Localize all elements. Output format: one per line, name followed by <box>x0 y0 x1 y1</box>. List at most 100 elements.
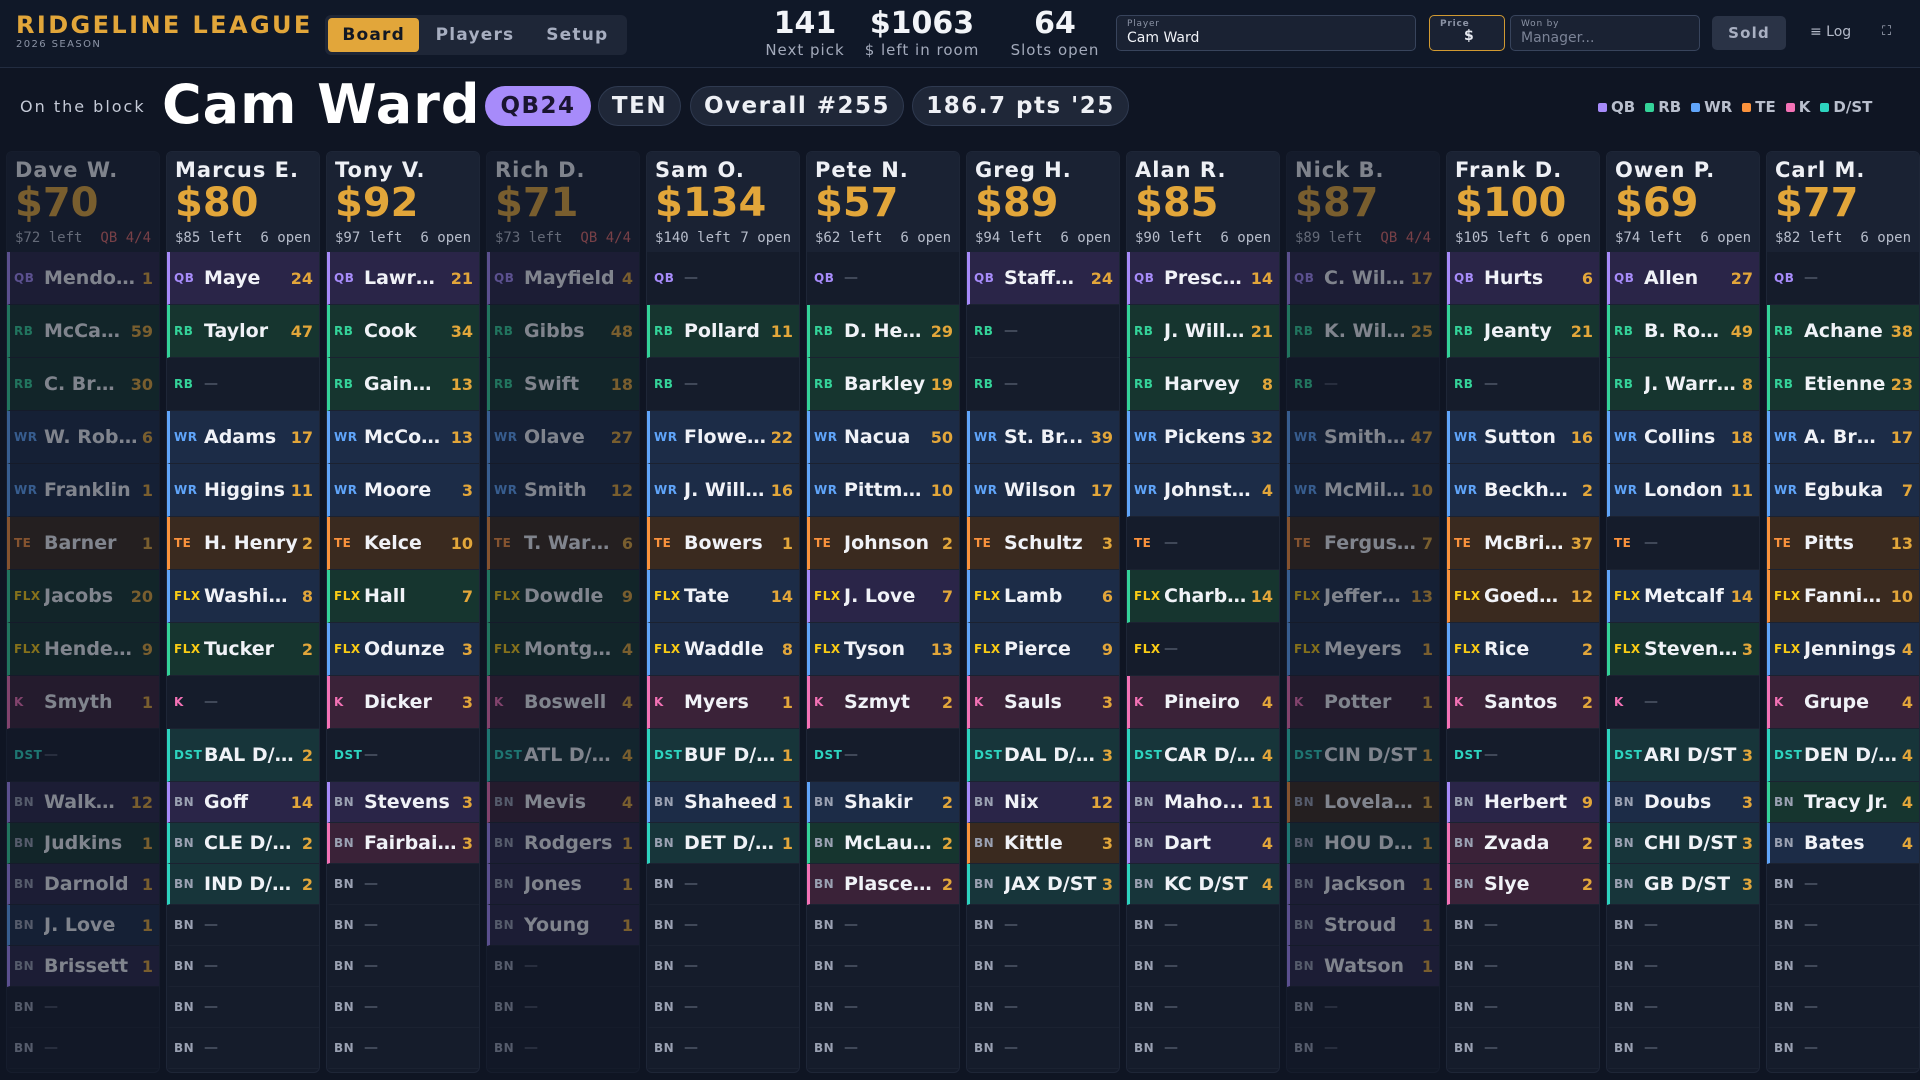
roster-slot[interactable]: TE Schultz 3 <box>967 517 1119 570</box>
roster-slot[interactable]: RB Jeanty 21 <box>1447 305 1599 358</box>
roster-slot[interactable]: FLX Washin... 8 <box>167 570 319 623</box>
roster-slot[interactable]: BN — <box>647 864 799 905</box>
roster-slot[interactable]: BN Shakir 2 <box>807 782 959 823</box>
roster-slot[interactable]: DST ARI D/ST 3 <box>1607 729 1759 782</box>
roster-slot[interactable]: BN — <box>967 946 1119 987</box>
roster-slot[interactable]: BN — <box>1767 864 1919 905</box>
team-header[interactable]: Tony V. $92 $97 left 6 open <box>327 152 479 252</box>
roster-slot[interactable]: TE T. Warren 6 <box>487 517 639 570</box>
roster-slot[interactable]: DST BAL D/ST 2 <box>167 729 319 782</box>
roster-slot[interactable]: BN Bates 4 <box>1767 823 1919 864</box>
roster-slot[interactable]: BN Dart 4 <box>1127 823 1279 864</box>
roster-slot[interactable]: K Szmyt 2 <box>807 676 959 729</box>
roster-slot[interactable]: BN JAX D/ST 3 <box>967 864 1119 905</box>
roster-slot[interactable]: QB — <box>807 252 959 305</box>
roster-slot[interactable]: BN Walke... 12 <box>7 782 159 823</box>
roster-slot[interactable]: RB McCaff...59 <box>7 305 159 358</box>
roster-slot[interactable]: WR Collins 18 <box>1607 411 1759 464</box>
roster-slot[interactable]: BN Stevens 3 <box>327 782 479 823</box>
roster-slot[interactable]: FLX Tucker 2 <box>167 623 319 676</box>
roster-slot[interactable]: BN Kittle 3 <box>967 823 1119 864</box>
roster-slot[interactable]: WR Beckha... 2 <box>1447 464 1599 517</box>
roster-slot[interactable]: FLX Waddle 8 <box>647 623 799 676</box>
roster-slot[interactable]: RB D. Hen...29 <box>807 305 959 358</box>
roster-slot[interactable]: WR Moore 3 <box>327 464 479 517</box>
roster-slot[interactable]: BN Mevis 4 <box>487 782 639 823</box>
roster-slot[interactable]: DST — <box>807 729 959 782</box>
roster-slot[interactable]: BN Goff 14 <box>167 782 319 823</box>
roster-slot[interactable]: FLX Meyers 1 <box>1287 623 1439 676</box>
roster-slot[interactable]: BN — <box>647 905 799 946</box>
team-header[interactable]: Carl M. $77 $82 left 6 open <box>1767 152 1919 252</box>
roster-slot[interactable]: BN — <box>1767 1028 1919 1069</box>
roster-slot[interactable]: DST — <box>327 729 479 782</box>
roster-slot[interactable]: DST CAR D/ST 4 <box>1127 729 1279 782</box>
roster-slot[interactable]: BN — <box>1127 905 1279 946</box>
tab-board[interactable]: Board <box>328 18 420 52</box>
sold-button[interactable]: Sold <box>1712 16 1786 50</box>
roster-slot[interactable]: TE Pitts 13 <box>1767 517 1919 570</box>
roster-slot[interactable]: BN CLE D/ST 2 <box>167 823 319 864</box>
roster-slot[interactable]: BN — <box>327 987 479 1028</box>
roster-slot[interactable]: RB — <box>967 305 1119 358</box>
roster-slot[interactable]: WR Olave 27 <box>487 411 639 464</box>
roster-slot[interactable]: BN — <box>1287 987 1439 1028</box>
roster-slot[interactable]: TE Bowers 1 <box>647 517 799 570</box>
roster-slot[interactable]: FLX J. Love 7 <box>807 570 959 623</box>
roster-slot[interactable]: K Myers 1 <box>647 676 799 729</box>
roster-slot[interactable]: DST DEN D/ST 4 <box>1767 729 1919 782</box>
roster-slot[interactable]: WR Smith 12 <box>487 464 639 517</box>
roster-slot[interactable]: BN — <box>967 905 1119 946</box>
roster-slot[interactable]: BN — <box>1607 946 1759 987</box>
roster-slot[interactable]: BN Nix 12 <box>967 782 1119 823</box>
roster-slot[interactable]: RB — <box>1447 358 1599 411</box>
roster-slot[interactable]: WR A. Bro... 17 <box>1767 411 1919 464</box>
roster-slot[interactable]: BN — <box>1447 905 1599 946</box>
roster-slot[interactable]: BN — <box>1127 1028 1279 1069</box>
roster-slot[interactable]: K Smyth 1 <box>7 676 159 729</box>
roster-slot[interactable]: FLX Charb... 14 <box>1127 570 1279 623</box>
roster-slot[interactable]: RB Cook 34 <box>327 305 479 358</box>
roster-slot[interactable]: BN — <box>487 1028 639 1069</box>
roster-slot[interactable]: BN — <box>1127 987 1279 1028</box>
team-header[interactable]: Greg H. $89 $94 left 6 open <box>967 152 1119 252</box>
team-header[interactable]: Nick B. $87 $89 left QB 4/4 <box>1287 152 1439 252</box>
price-input[interactable] <box>1478 30 1498 46</box>
roster-slot[interactable]: WR Pickens 32 <box>1127 411 1279 464</box>
roster-slot[interactable]: DST — <box>7 729 159 782</box>
roster-slot[interactable]: TE McBride 37 <box>1447 517 1599 570</box>
roster-slot[interactable]: RB B. Rob... 49 <box>1607 305 1759 358</box>
roster-slot[interactable]: K Santos 2 <box>1447 676 1599 729</box>
log-button[interactable]: ≡ Log <box>1810 24 1851 40</box>
roster-slot[interactable]: BN Darnold 1 <box>7 864 159 905</box>
roster-slot[interactable]: DST ATL D/ST 4 <box>487 729 639 782</box>
roster-slot[interactable]: BN — <box>327 864 479 905</box>
tab-setup[interactable]: Setup <box>531 18 624 52</box>
roster-slot[interactable]: RB Gibbs 48 <box>487 305 639 358</box>
roster-slot[interactable]: BN Plascen... 2 <box>807 864 959 905</box>
roster-slot[interactable]: K Sauls 3 <box>967 676 1119 729</box>
roster-slot[interactable]: BN Stroud 1 <box>1287 905 1439 946</box>
roster-slot[interactable]: WR Smith-...47 <box>1287 411 1439 464</box>
roster-slot[interactable]: FLX Dowdle 9 <box>487 570 639 623</box>
expand-icon[interactable]: ⛶ <box>1882 24 1891 39</box>
roster-slot[interactable]: RB K. Will... 25 <box>1287 305 1439 358</box>
roster-slot[interactable]: BN Slye 2 <box>1447 864 1599 905</box>
roster-slot[interactable]: BN — <box>807 946 959 987</box>
roster-slot[interactable]: TE Johnson 2 <box>807 517 959 570</box>
roster-slot[interactable]: QB Hurts 6 <box>1447 252 1599 305</box>
roster-slot[interactable]: QB Lawre... 21 <box>327 252 479 305</box>
roster-slot[interactable]: QB Prescott 14 <box>1127 252 1279 305</box>
roster-slot[interactable]: BN Tracy Jr. 4 <box>1767 782 1919 823</box>
roster-slot[interactable]: BN Rodgers 1 <box>487 823 639 864</box>
roster-slot[interactable]: FLX Jeffers... 13 <box>1287 570 1439 623</box>
roster-slot[interactable]: RB — <box>647 358 799 411</box>
roster-slot[interactable]: TE — <box>1127 517 1279 570</box>
roster-slot[interactable]: BN — <box>807 1028 959 1069</box>
roster-slot[interactable]: FLX Jacobs 20 <box>7 570 159 623</box>
roster-slot[interactable]: BN — <box>487 946 639 987</box>
team-header[interactable]: Sam O. $134 $140 left 7 open <box>647 152 799 252</box>
roster-slot[interactable]: TE Ferguson 7 <box>1287 517 1439 570</box>
roster-slot[interactable]: BN Herbert 9 <box>1447 782 1599 823</box>
roster-slot[interactable]: BN — <box>7 1028 159 1069</box>
